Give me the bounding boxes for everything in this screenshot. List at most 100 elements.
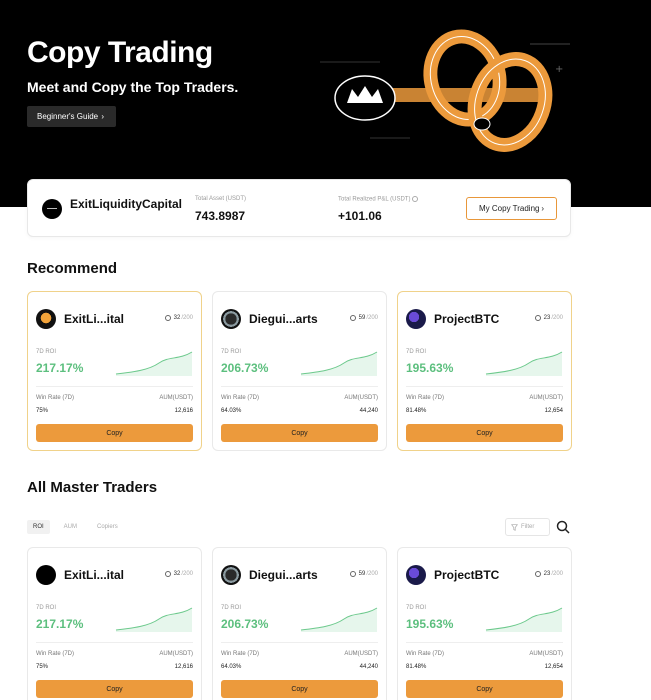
aum-value: 12,654 <box>544 664 563 670</box>
avatar <box>36 565 56 585</box>
account-name: ExitLiquidityCapital <box>70 197 183 211</box>
my-copy-trading-label: My Copy Trading <box>479 204 540 213</box>
roi-label: 7D ROI <box>36 349 57 355</box>
aum-label: AUM(USDT) <box>159 395 193 401</box>
total-pnl-value: +101.06 <box>338 209 382 223</box>
follower-count: 32/200 <box>164 571 193 577</box>
follower-max: /200 <box>551 571 563 577</box>
win-rate-label: Win Rate (7D) <box>406 651 445 657</box>
roi-label: 7D ROI <box>406 349 427 355</box>
roi-sparkline <box>300 351 378 376</box>
user-icon <box>534 571 541 577</box>
aum-value: 12,616 <box>174 664 193 670</box>
roi-value: 217.17% <box>36 617 84 631</box>
aum-value: 44,240 <box>359 408 378 414</box>
search-icon[interactable] <box>556 520 570 534</box>
roi-sparkline <box>300 607 378 632</box>
tab-copiers[interactable]: Copiers <box>91 520 124 534</box>
filter-icon <box>511 523 518 531</box>
avatar <box>42 199 62 219</box>
filter-input[interactable]: Filter <box>505 518 550 536</box>
copy-button[interactable]: Copy <box>406 680 563 698</box>
trader-card[interactable]: ExitLi...ital 32/200 7D ROI 217.17% Win … <box>27 291 202 451</box>
filter-placeholder: Filter <box>521 524 535 530</box>
trader-name[interactable]: Diegui...arts <box>249 312 318 326</box>
roi-label: 7D ROI <box>406 605 427 611</box>
win-rate-value: 64.03% <box>221 664 242 670</box>
roi-label: 7D ROI <box>221 605 242 611</box>
trader-name[interactable]: Diegui...arts <box>249 568 318 582</box>
divider <box>221 386 378 387</box>
beginners-guide-label: Beginner's Guide <box>37 112 99 121</box>
avatar <box>221 565 241 585</box>
tab-roi[interactable]: ROI <box>27 520 50 534</box>
follower-current: 59 <box>358 571 366 577</box>
copy-button[interactable]: Copy <box>221 424 378 442</box>
divider <box>36 642 193 643</box>
roi-sparkline <box>485 607 563 632</box>
user-icon <box>349 571 356 577</box>
info-icon[interactable] <box>412 196 419 202</box>
avatar <box>406 309 426 329</box>
roi-value: 217.17% <box>36 361 84 375</box>
user-icon <box>534 315 541 321</box>
trader-name[interactable]: ExitLi...ital <box>64 568 124 582</box>
all-master-traders-heading: All Master Traders <box>27 479 158 496</box>
follower-max: /200 <box>366 315 378 321</box>
trader-card[interactable]: ProjectBTC 23/200 7D ROI 195.63% Win Rat… <box>397 547 572 700</box>
trader-card[interactable]: ExitLi...ital 32/200 7D ROI 217.17% Win … <box>27 547 202 700</box>
roi-sparkline <box>485 351 563 376</box>
hero-banner: Copy Trading Meet and Copy the Top Trade… <box>0 0 651 207</box>
follower-current: 23 <box>543 571 551 577</box>
follower-count: 23/200 <box>534 571 563 577</box>
avatar <box>36 309 56 329</box>
divider <box>406 642 563 643</box>
follower-current: 32 <box>173 571 181 577</box>
follower-count: 32/200 <box>164 315 193 321</box>
total-asset-value: 743.8987 <box>195 209 246 223</box>
win-rate-label: Win Rate (7D) <box>36 651 75 657</box>
copy-button[interactable]: Copy <box>221 680 378 698</box>
roi-sparkline <box>115 351 193 376</box>
aum-label: AUM(USDT) <box>344 651 378 657</box>
win-rate-value: 81.48% <box>406 664 427 670</box>
follower-current: 59 <box>358 315 366 321</box>
copy-button[interactable]: Copy <box>36 424 193 442</box>
aum-value: 12,616 <box>174 408 193 414</box>
aum-label: AUM(USDT) <box>344 395 378 401</box>
trader-card[interactable]: Diegui...arts 59/200 7D ROI 206.73% Win … <box>212 547 387 700</box>
trader-name[interactable]: ExitLi...ital <box>64 312 124 326</box>
win-rate-value: 75% <box>36 664 49 670</box>
roi-label: 7D ROI <box>36 605 57 611</box>
account-summary-card: ExitLiquidityCapital Total Asset (USDT) … <box>27 179 571 237</box>
win-rate-value: 64.03% <box>221 408 242 414</box>
win-rate-label: Win Rate (7D) <box>406 395 445 401</box>
roi-sparkline <box>115 607 193 632</box>
trader-card[interactable]: ProjectBTC 23/200 7D ROI 195.63% Win Rat… <box>397 291 572 451</box>
roi-value: 206.73% <box>221 617 269 631</box>
user-icon <box>349 315 356 321</box>
user-icon <box>164 571 171 577</box>
trader-card[interactable]: Diegui...arts 59/200 7D ROI 206.73% Win … <box>212 291 387 451</box>
copy-button[interactable]: Copy <box>406 424 563 442</box>
follower-max: /200 <box>551 315 563 321</box>
copy-button[interactable]: Copy <box>36 680 193 698</box>
trader-name[interactable]: ProjectBTC <box>434 568 499 582</box>
beginners-guide-button[interactable]: Beginner's Guide › <box>27 106 116 127</box>
roi-label: 7D ROI <box>221 349 242 355</box>
svg-text:+: + <box>555 64 563 75</box>
avatar <box>406 565 426 585</box>
divider <box>221 642 378 643</box>
chevron-right-icon: › <box>101 112 104 121</box>
user-icon <box>164 315 171 321</box>
total-pnl-label: Total Realized P&L (USDT) <box>338 196 419 203</box>
my-copy-trading-button[interactable]: My Copy Trading › <box>466 197 557 220</box>
aum-label: AUM(USDT) <box>159 651 193 657</box>
hero-subtitle: Meet and Copy the Top Traders. <box>27 79 239 95</box>
divider <box>36 386 193 387</box>
follower-current: 32 <box>173 315 181 321</box>
total-pnl-label-text: Total Realized P&L (USDT) <box>338 196 411 203</box>
trader-name[interactable]: ProjectBTC <box>434 312 499 326</box>
aum-value: 12,654 <box>544 408 563 414</box>
tab-aum[interactable]: AUM <box>58 520 83 534</box>
